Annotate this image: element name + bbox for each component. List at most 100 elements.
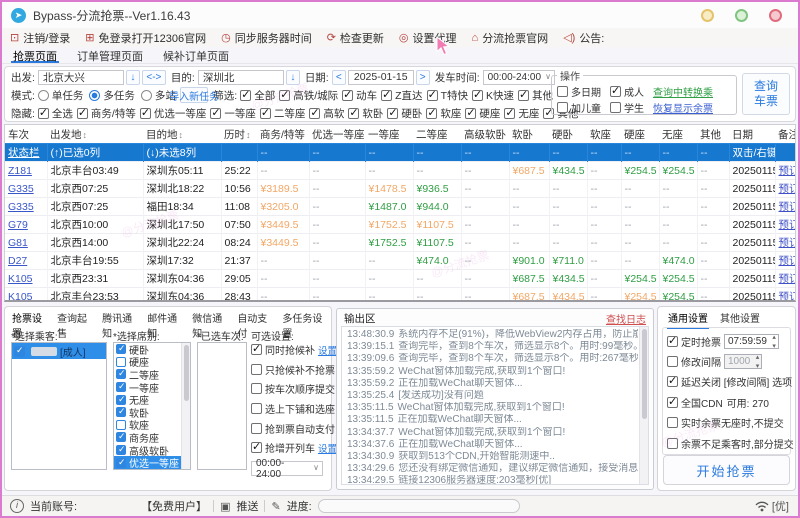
date-next-button[interactable]: > xyxy=(415,69,430,85)
column-header-日期[interactable]: 日期 xyxy=(729,125,775,144)
column-header-一等座[interactable]: 一等座 xyxy=(365,125,413,144)
train-link[interactable]: D27 xyxy=(8,255,27,267)
maximize-button[interactable] xyxy=(735,9,748,22)
checkbox-高软[interactable]: 高软 xyxy=(309,106,344,121)
logout-login-button[interactable]: ⊡ 注销/登录 xyxy=(10,30,70,46)
settings-link[interactable]: 设置 xyxy=(318,343,337,357)
seat-item-软卧[interactable]: 软卧 xyxy=(114,406,190,420)
seat-listbox[interactable]: 硬卧硬座二等座一等座无座软卧软座商务座高级软卧优选一等座 xyxy=(113,342,191,470)
close-button[interactable] xyxy=(769,9,782,22)
mode-radio-单任务[interactable]: 单任务 xyxy=(37,88,83,103)
train-link[interactable]: K105 xyxy=(8,291,33,301)
checkbox-商务/特等[interactable]: 商务/特等 xyxy=(76,106,136,121)
train-link[interactable]: G81 xyxy=(8,237,28,249)
option-选上下铺和选座[interactable]: 选上下铺和选座 xyxy=(251,399,335,419)
selected-trains-listbox[interactable] xyxy=(197,342,247,470)
column-header-备注[interactable]: 备注 xyxy=(775,125,795,144)
checkbox-加儿童[interactable]: 加儿童 xyxy=(557,100,601,115)
train-link[interactable]: G79 xyxy=(8,219,28,231)
minimize-button[interactable] xyxy=(701,9,714,22)
tab-候补订单页面[interactable]: 候补订单页面 xyxy=(161,47,231,63)
tab-订单管理页面[interactable]: 订单管理页面 xyxy=(75,47,145,63)
column-header-软卧[interactable]: 软卧 xyxy=(509,125,549,144)
column-header-历时[interactable]: 历时↕ xyxy=(221,125,257,144)
column-header-无座[interactable]: 无座 xyxy=(659,125,697,144)
setting-余票不足乘客时,部分提交[interactable]: 余票不足乘客时,部分提交 xyxy=(667,433,794,453)
table-row[interactable]: G335 北京西07:25 深圳北18:22 10:56 ¥3189.5 -- ¥1478.… xyxy=(5,179,795,198)
book-link[interactable]: 预订 xyxy=(779,273,796,285)
option-抢增开列车[interactable]: 抢增开列车设置 xyxy=(251,438,337,458)
column-header-硬座[interactable]: 硬座 xyxy=(621,125,659,144)
checkbox-T特快[interactable]: T特快 xyxy=(426,88,468,103)
official-site-button[interactable]: ⌂ 分流抢票官网 xyxy=(472,30,549,46)
column-header-出发地[interactable]: 出发地↕ xyxy=(47,125,143,144)
checkbox-一等座[interactable]: 一等座 xyxy=(210,106,256,121)
log-scrollbar[interactable] xyxy=(639,327,648,484)
option-只抢候补不抢票[interactable]: 只抢候补不抢票 xyxy=(251,360,335,380)
find-log-link[interactable]: 查找日志 xyxy=(606,311,646,326)
book-link[interactable]: 预订 xyxy=(779,291,796,300)
checkbox-硬座[interactable]: 硬座 xyxy=(465,106,500,121)
passenger-item[interactable]: [成人] xyxy=(12,343,106,359)
dest-input[interactable]: 深圳北 xyxy=(197,69,284,85)
setting-延迟关闭 [修改间隔] 选项[interactable]: 延迟关闭 [修改间隔] 选项 xyxy=(667,372,792,392)
settings-tab-查询起售[interactable]: 查询起售 xyxy=(56,310,96,344)
checkbox-软座[interactable]: 软座 xyxy=(426,106,461,121)
passenger-listbox[interactable]: [成人] xyxy=(11,342,107,470)
table-row[interactable]: G81 北京西14:00 深圳北22:24 08:24 ¥3449.5 -- ¥1752.5… xyxy=(5,233,795,252)
depart-dropdown-button[interactable]: ↓ xyxy=(125,69,140,85)
link-恢复显示余票[interactable]: 恢复显示余票 xyxy=(653,100,713,115)
checkbox-其他[interactable]: 其他 xyxy=(518,88,553,103)
checkbox-学生[interactable]: 学生 xyxy=(610,100,644,115)
search-tickets-button[interactable]: 查询 车票 xyxy=(742,73,790,115)
spinner-input[interactable]: 07:59:59 xyxy=(724,333,779,350)
table-row[interactable]: K105 北京西23:31 深圳东04:36 29:05 -- -- -- -- -- ¥687.… xyxy=(5,269,796,288)
table-row[interactable]: G79 北京西10:00 深圳北17:50 07:50 ¥3449.5 -- ¥1752.5… xyxy=(5,215,795,234)
checkbox-多日期[interactable]: 多日期 xyxy=(557,84,601,99)
column-header-软座[interactable]: 软座 xyxy=(587,125,621,144)
column-header-商务/特等[interactable]: 商务/特等 xyxy=(257,125,309,144)
seat-scroll-thumb[interactable] xyxy=(184,345,189,401)
table-row[interactable]: K105 北京丰台23:53 深圳东04:36 28:43 -- -- -- -- -- ¥687… xyxy=(5,287,796,301)
checkbox-K快速[interactable]: K快速 xyxy=(471,88,514,103)
sync-time-button[interactable]: ◷ 同步服务器时间 xyxy=(221,30,312,46)
import-task-button[interactable]: 导入新任务 xyxy=(169,87,219,103)
book-link[interactable]: 预订 xyxy=(779,255,796,267)
settings-link[interactable]: 设置 xyxy=(318,441,337,455)
mode-radio-多任务[interactable]: 多任务 xyxy=(89,88,135,103)
column-header-车次[interactable]: 车次 xyxy=(5,125,47,144)
column-header-二等座[interactable]: 二等座 xyxy=(413,125,461,144)
proxy-button[interactable]: ◎ 设置代理 xyxy=(399,30,457,46)
checkbox-全部[interactable]: 全部 xyxy=(240,88,275,103)
checkbox-高铁/城际[interactable]: 高铁/城际 xyxy=(279,88,338,103)
setting-全国CDN[interactable]: 全国CDN可用: 270 xyxy=(667,392,790,412)
option-同时抢候补[interactable]: 同时抢候补设置 xyxy=(251,340,337,360)
train-link[interactable]: G335 xyxy=(8,183,34,195)
checkbox-成人[interactable]: 成人 xyxy=(610,84,644,99)
seat-item-无座[interactable]: 无座 xyxy=(114,393,190,407)
seat-scrollbar[interactable] xyxy=(181,343,190,469)
dest-dropdown-button[interactable]: ↓ xyxy=(285,69,300,85)
start-grab-button[interactable]: 开始抢票 xyxy=(663,455,790,485)
date-input[interactable]: 2025-01-15 xyxy=(347,69,414,85)
train-link[interactable]: Z181 xyxy=(8,165,32,177)
depart-input[interactable]: 北京大兴 xyxy=(37,69,124,85)
log-scroll-thumb[interactable] xyxy=(642,329,647,419)
column-header-目的地[interactable]: 目的地↕ xyxy=(143,125,221,144)
checkbox-硬卧[interactable]: 硬卧 xyxy=(387,106,422,121)
grab-time-range-select[interactable]: 00:00-24:00 xyxy=(251,458,323,480)
seat-item-优选一等座[interactable]: 优选一等座 xyxy=(114,456,190,469)
checkbox-二等座[interactable]: 二等座 xyxy=(259,106,305,121)
setting-实时余票无座时,不提交[interactable]: 实时余票无座时,不提交 xyxy=(667,413,790,433)
check-update-button[interactable]: ⟳ 检查更新 xyxy=(327,30,384,46)
checkbox-无座[interactable]: 无座 xyxy=(504,106,539,121)
status-bar-link[interactable]: 状态栏 xyxy=(8,147,40,159)
table-row[interactable]: D27 北京丰台19:55 深圳17:32 21:37 -- -- -- ¥474.0 -- ¥9… xyxy=(5,251,796,270)
output-log-list[interactable]: 13:48:30.9 系统内存不足(91%)，降低WebView2内存占用，防止崩… xyxy=(341,326,649,485)
table-row[interactable]: Z181 北京丰台03:49 深圳东05:11 25:22 -- -- -- -- -- ¥687… xyxy=(5,161,795,180)
checkbox-Z直达[interactable]: Z直达 xyxy=(381,88,423,103)
seat-item-一等座[interactable]: 一等座 xyxy=(114,381,190,395)
checkbox-软卧[interactable]: 软卧 xyxy=(348,106,383,121)
checkbox-优选一等座[interactable]: 优选一等座 xyxy=(139,106,206,121)
table-status-row[interactable]: 状态栏 (↑)已选0列 (↓)未选8列 -- -- -- -- -- -- -- -- -- -- -- 双… xyxy=(5,143,795,162)
